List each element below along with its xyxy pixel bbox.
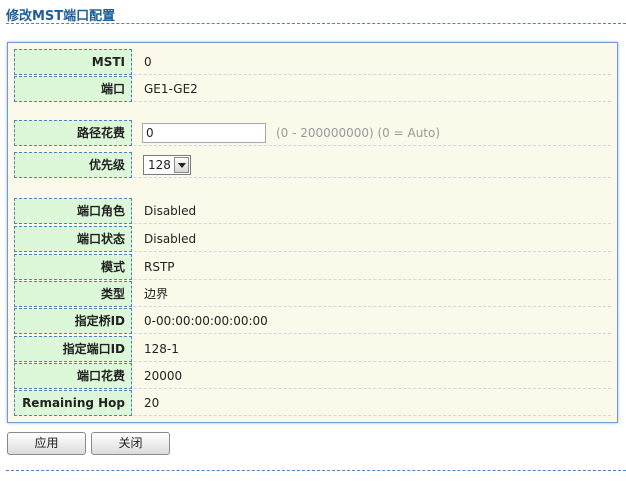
row-type: 类型 边界 bbox=[14, 281, 611, 307]
priority-selected-value: 128 bbox=[148, 158, 171, 172]
type-label: 类型 bbox=[14, 281, 132, 307]
port-label: 端口 bbox=[14, 76, 132, 102]
port-cost-label: 端口花费 bbox=[14, 363, 132, 389]
type-value: 边界 bbox=[144, 287, 169, 301]
designated-bridge-value: 0-00:00:00:00:00:00 bbox=[144, 314, 268, 328]
row-priority: 优先级 128 bbox=[14, 152, 611, 178]
mode-label: 模式 bbox=[14, 254, 132, 280]
path-cost-label: 路径花费 bbox=[14, 120, 132, 146]
designated-bridge-label: 指定桥ID bbox=[14, 308, 132, 334]
row-port-state: 端口状态 Disabled bbox=[14, 226, 611, 252]
msti-value: 0 bbox=[144, 55, 152, 69]
port-value: GE1-GE2 bbox=[144, 82, 198, 96]
row-designated-bridge: 指定桥ID 0-00:00:00:00:00:00 bbox=[14, 308, 611, 334]
row-mode: 模式 RSTP bbox=[14, 254, 611, 280]
chevron-down-icon[interactable] bbox=[174, 157, 189, 173]
page-title: 修改MST端口配置 bbox=[6, 9, 116, 24]
port-state-value: Disabled bbox=[144, 232, 197, 246]
designated-port-value: 128-1 bbox=[144, 342, 179, 356]
row-remaining-hop: Remaining Hop 20 bbox=[14, 390, 611, 416]
priority-label: 优先级 bbox=[14, 152, 132, 178]
close-button[interactable]: 关闭 bbox=[91, 432, 170, 455]
row-msti: MSTI 0 bbox=[14, 49, 611, 75]
path-cost-input[interactable] bbox=[142, 123, 266, 143]
port-role-label: 端口角色 bbox=[14, 198, 132, 224]
row-path-cost: 路径花费 (0 - 200000000) (0 = Auto) bbox=[14, 120, 611, 146]
row-port-role: 端口角色 Disabled bbox=[14, 198, 611, 224]
remaining-hop-value: 20 bbox=[144, 396, 160, 410]
apply-button[interactable]: 应用 bbox=[7, 432, 86, 455]
row-port: 端口 GE1-GE2 bbox=[14, 76, 611, 102]
designated-port-label: 指定端口ID bbox=[14, 336, 132, 362]
row-designated-port: 指定端口ID 128-1 bbox=[14, 336, 611, 362]
priority-select[interactable]: 128 bbox=[143, 155, 191, 175]
port-role-value: Disabled bbox=[144, 204, 197, 218]
mode-value: RSTP bbox=[144, 260, 175, 274]
path-cost-hint: (0 - 200000000) (0 = Auto) bbox=[276, 126, 441, 140]
port-state-label: 端口状态 bbox=[14, 226, 132, 252]
remaining-hop-label: Remaining Hop bbox=[14, 390, 132, 416]
title-divider bbox=[6, 23, 626, 24]
row-port-cost: 端口花费 20000 bbox=[14, 363, 611, 389]
msti-label: MSTI bbox=[14, 49, 132, 75]
port-cost-value: 20000 bbox=[144, 369, 183, 383]
config-panel: MSTI 0 端口 GE1-GE2 路径花费 (0 - 200000000) (… bbox=[7, 42, 618, 423]
bottom-divider bbox=[6, 470, 626, 471]
